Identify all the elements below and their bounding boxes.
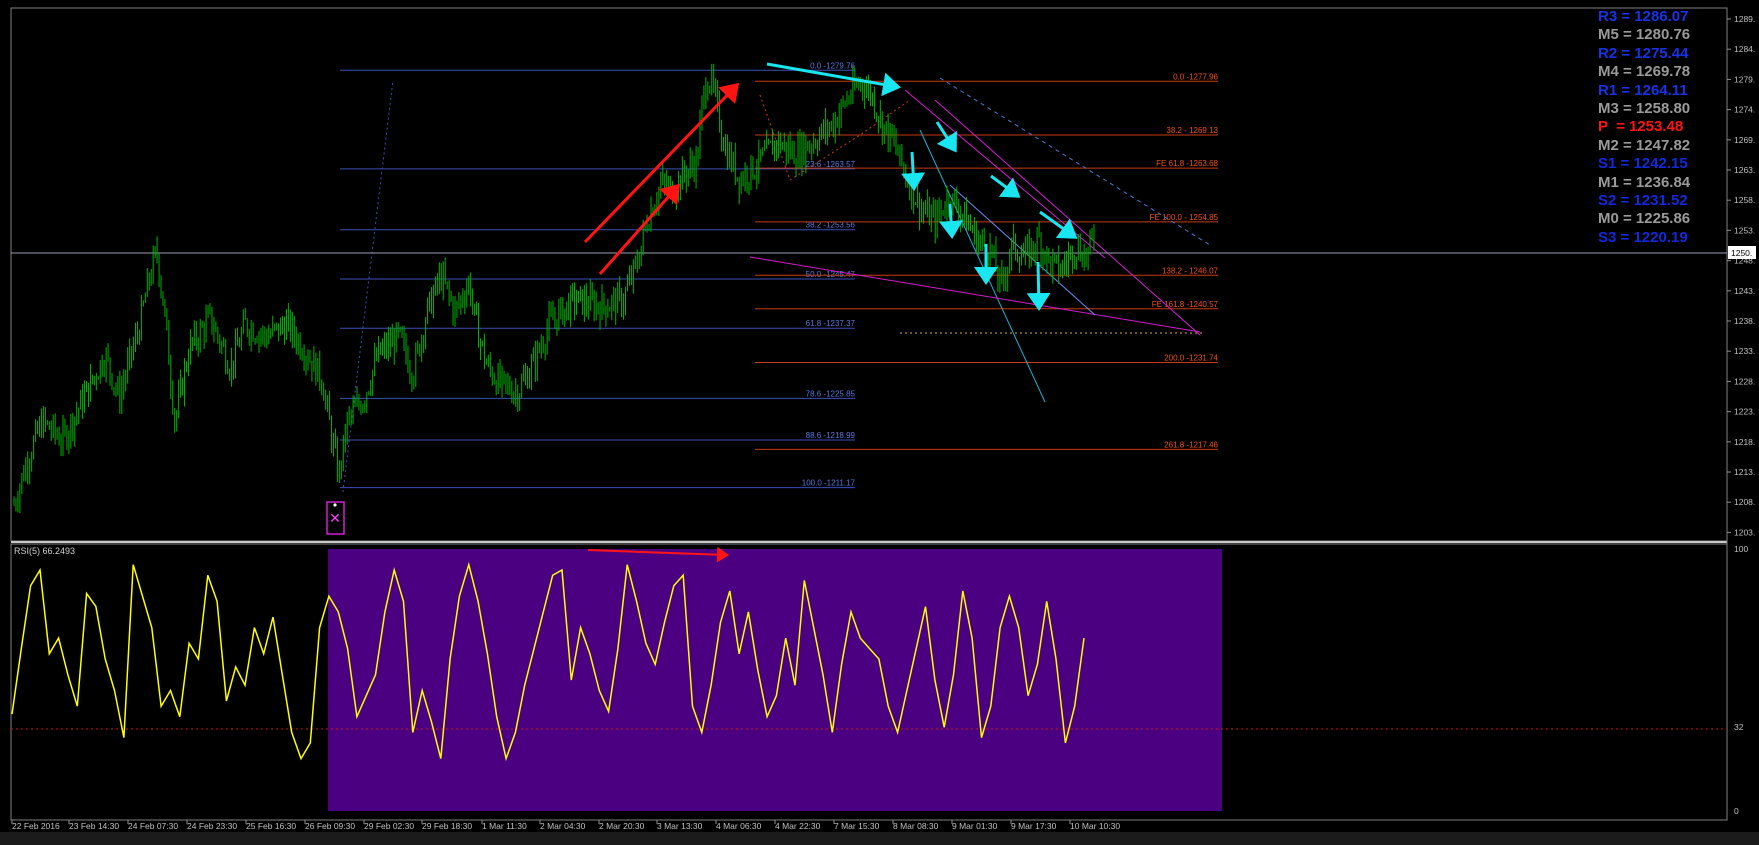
rsi-tick-label: 100	[1734, 544, 1748, 554]
cyan-arrow	[935, 121, 957, 153]
trading-chart: 0.0 -1279.7623.6 -1263.5738.2 -1253.5650…	[10, 7, 1756, 831]
current-price-tag: 1250.	[1728, 246, 1756, 259]
time-tick-label: 25 Feb 16:30	[246, 821, 296, 831]
time-axis: 22 Feb 2016 23 Feb 14:30 24 Feb 07:30 24 Fe…	[11, 820, 1120, 831]
price-tick-label: 1238.	[1734, 316, 1755, 326]
time-tick-label: 8 Mar 08:30	[893, 821, 939, 831]
time-tick-label: 9 Mar 01:30	[952, 821, 998, 831]
pivot-level-mid: M4 = 1269.78	[1598, 63, 1691, 81]
time-zone-dotted-line	[342, 79, 394, 493]
fib-retracement-label: 100.0 -1211.17	[802, 479, 856, 488]
time-tick-label: 22 Feb 2016	[12, 821, 60, 831]
signal-marker[interactable]: ✕	[326, 501, 345, 535]
time-tick-label: 29 Feb 18:30	[422, 821, 472, 831]
price-tick-label: 1243.	[1734, 286, 1755, 296]
pivot-level-resistance: R3 = 1286.07	[1598, 8, 1689, 25]
price-tick-label: 1203.	[1734, 527, 1755, 537]
time-tick-label: 24 Feb 07:30	[128, 821, 178, 831]
pivot-level-mid: M5 = 1280.76	[1598, 26, 1691, 44]
fibonacci-retracement: 0.0 -1279.7623.6 -1263.5738.2 -1253.5650…	[340, 61, 856, 489]
fib-expansion-label: 261.8 -1217.46	[1164, 440, 1218, 449]
time-tick-label: 3 Mar 13:30	[657, 821, 703, 831]
rsi-tick-label: 0	[1734, 806, 1739, 816]
cyan-arrow	[1039, 210, 1078, 239]
pivot-level-mid: M1 = 1236.84	[1598, 173, 1691, 191]
price-tick-label: 1213.	[1734, 467, 1755, 477]
pivot-levels-panel: R3 = 1286.07 M5 = 1280.76 R2 = 1275.44 M4 =…	[1598, 8, 1758, 247]
time-tick-label: 2 Mar 20:30	[599, 821, 645, 831]
fib-expansion-label: FE 61.8 -1263.68	[1156, 159, 1218, 168]
cyan-arrow	[901, 151, 926, 191]
time-tick-label: 1 Mar 11:30	[482, 821, 527, 831]
time-tick-label: 9 Mar 17:30	[1011, 821, 1057, 831]
time-tick-label: 2 Mar 04:30	[540, 821, 586, 831]
pivot-level-mid: M0 = 1225.86	[1598, 210, 1691, 228]
fib-retracement-label: 88.6 -1218.99	[806, 431, 856, 440]
rsi-title: RSI(5) 66.2493	[14, 546, 75, 556]
time-tick-label: 23 Feb 14:30	[69, 821, 119, 831]
price-tick-label: 1218.	[1734, 437, 1755, 447]
time-tick-label: 7 Mar 15:30	[834, 821, 880, 831]
price-candles	[13, 63, 1095, 514]
fib-retracement-label: 61.8 -1237.37	[806, 319, 856, 328]
fib-expansion-label: 38.2 - 1269.13	[1166, 126, 1218, 135]
fib-retracement-label: 50.0 -1245.47	[806, 270, 856, 279]
rsi-tick-label: 32	[1734, 722, 1744, 732]
time-tick-label: 10 Mar 10:30	[1070, 821, 1120, 831]
pivot-level-support: S2 = 1231.52	[1598, 192, 1688, 210]
current-price-label: 1250.	[1731, 248, 1752, 258]
fib-retracement-label: 0.0 -1279.76	[810, 61, 855, 70]
pivot-level-mid: M3 = 1258.80	[1598, 100, 1691, 118]
red-trend-arrow	[583, 82, 740, 244]
fib-retracement-label: 23.6 -1263.57	[806, 160, 856, 169]
pivot-level-support: S3 = 1220.19	[1598, 228, 1688, 246]
price-tick-label: 1208.	[1734, 497, 1755, 507]
pivot-level-mid: M2 = 1247.82	[1598, 136, 1691, 154]
time-tick-label: 26 Feb 09:30	[305, 821, 355, 831]
price-tick-label: 1223.	[1734, 407, 1755, 417]
rsi-axis: 100 32 0	[1734, 544, 1748, 816]
cyan-arrow	[990, 174, 1021, 198]
price-tick-label: 1233.	[1734, 346, 1755, 356]
cyan-arrow	[939, 203, 964, 239]
pivot-level-resistance: R2 = 1275.44	[1598, 44, 1689, 62]
fib-retracement-label: 78.6 -1225.85	[806, 389, 856, 398]
fib-expansion-label: 0.0 -1277.96	[1173, 72, 1218, 81]
time-tick-label: 4 Mar 06:30	[716, 821, 762, 831]
pivot-level-support: S1 = 1242.15	[1598, 155, 1688, 173]
cyan-arrow	[1026, 261, 1051, 311]
fib-expansion-label: 200.0 -1231.74	[1164, 353, 1218, 362]
time-tick-label: 24 Feb 23:30	[187, 821, 237, 831]
pivot-level-pivot: P = 1253.48	[1598, 118, 1684, 136]
fib-expansion-label: 138.2 - 1246.07	[1162, 266, 1219, 275]
pivot-level-resistance: R1 = 1264.11	[1598, 81, 1688, 99]
wedge-inner-line	[949, 184, 1096, 316]
time-tick-label: 4 Mar 22:30	[775, 821, 821, 831]
time-tick-label: 29 Feb 02:30	[364, 821, 414, 831]
price-tick-label: 1228.	[1734, 376, 1755, 386]
fan-line	[919, 129, 1046, 403]
svg-text:✕: ✕	[329, 511, 341, 527]
